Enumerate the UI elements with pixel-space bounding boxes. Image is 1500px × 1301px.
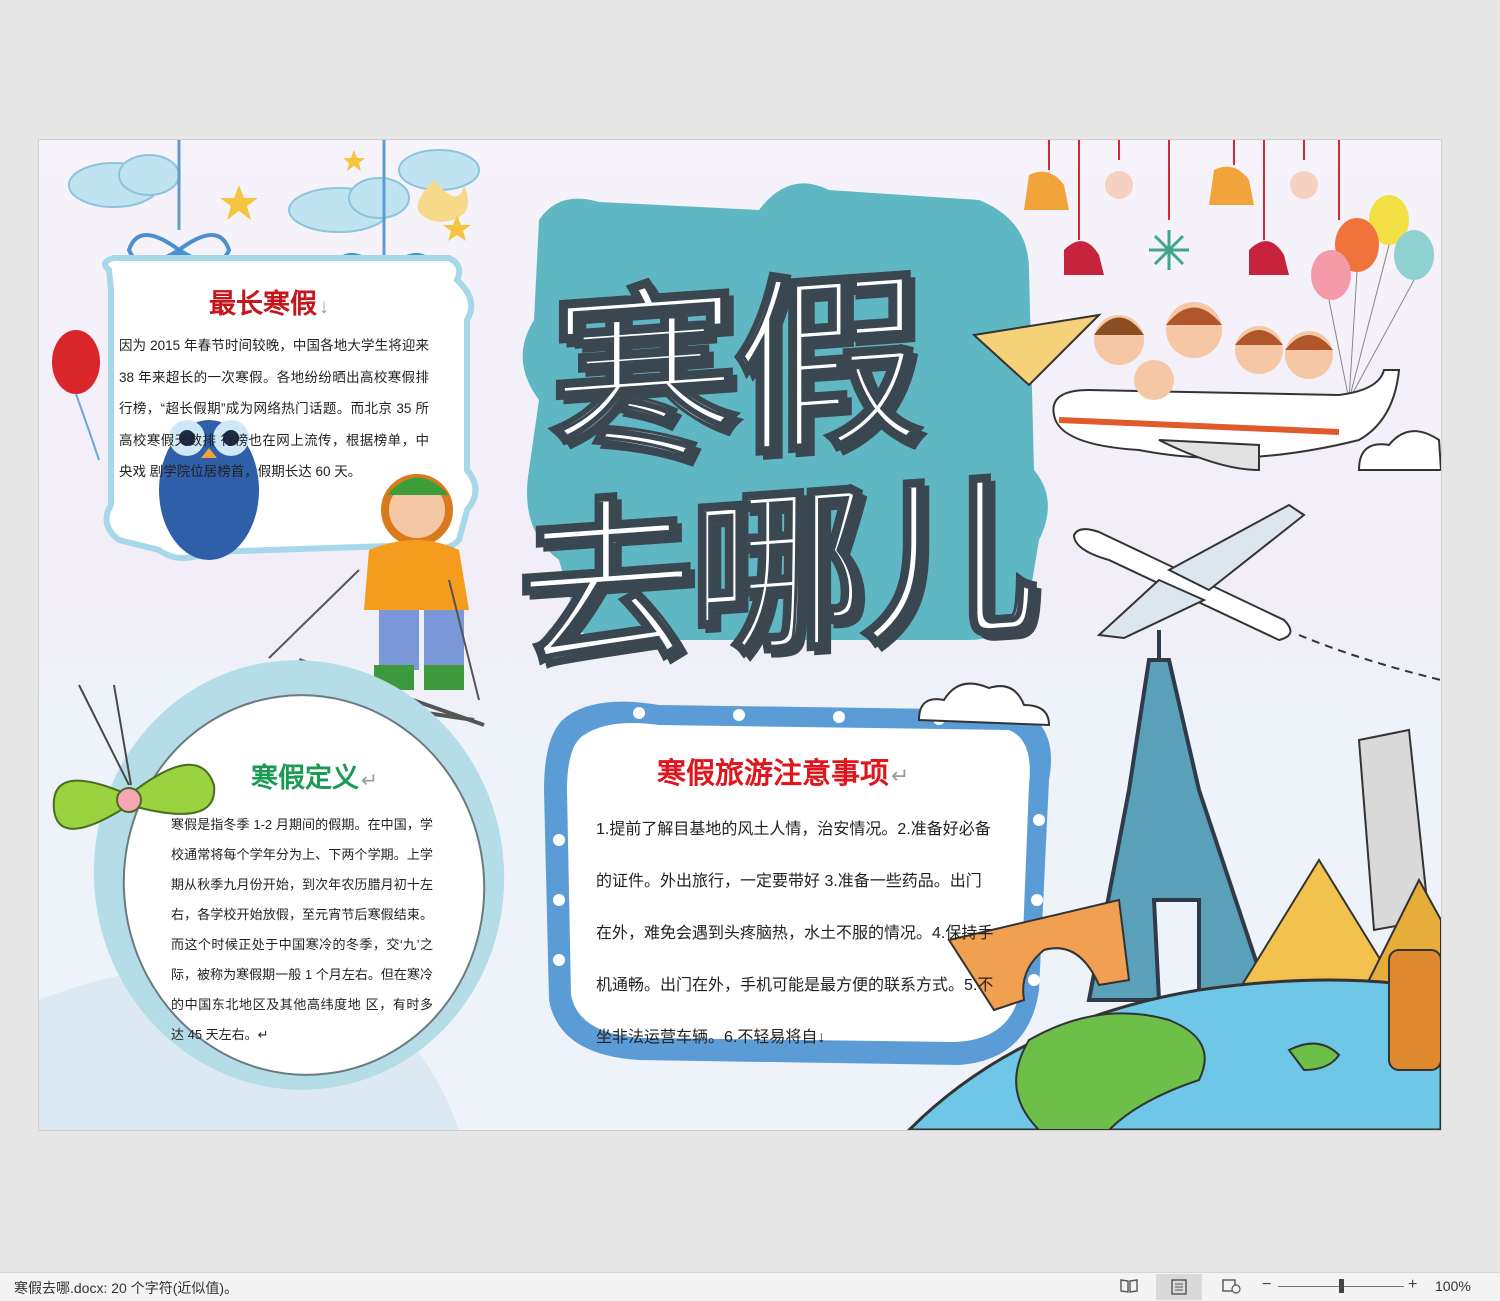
card-longest-title[interactable]: 最长寒假↓ xyxy=(209,282,329,321)
paragraph-mark-icon: ↵ xyxy=(361,770,378,792)
card-tips-title[interactable]: 寒假旅游注意事项↵ xyxy=(657,750,909,792)
cloud-icon xyxy=(68,149,480,233)
card-tips-body[interactable]: 1.提前了解目基地的风土人情，治安情况。2.准备好必备的证件。外出旅行，一定要带… xyxy=(596,804,996,1064)
balloons-icon xyxy=(1311,195,1434,401)
status-bar: 寒假去哪.docx: 20 个字符(近似值)。 − + 100% xyxy=(0,1272,1500,1301)
word-count-status[interactable]: 寒假去哪.docx: 20 个字符(近似值)。 xyxy=(14,1278,238,1298)
card-definition-title[interactable]: 寒假定义↵ xyxy=(251,756,378,795)
web-layout-icon[interactable] xyxy=(1220,1276,1242,1296)
zoom-in-button[interactable]: + xyxy=(1408,1276,1417,1294)
zoom-out-button[interactable]: − xyxy=(1262,1276,1271,1294)
document-page[interactable]: 寒假 去哪儿 最长寒假↓ 因为 2015 年春节时间较晚，中国各地大学生将迎来 … xyxy=(38,139,1442,1131)
card-definition-title-text: 寒假定义 xyxy=(251,763,359,793)
airplane-icon xyxy=(1072,503,1441,681)
zoom-level[interactable]: 100% xyxy=(1435,1278,1471,1294)
santa-hat-icon xyxy=(1064,171,1318,275)
document-canvas: 寒假 去哪儿 最长寒假↓ 因为 2015 年春节时间较晚，中国各地大学生将迎来 … xyxy=(0,0,1500,1272)
card-longest-body[interactable]: 因为 2015 年春节时间较晚，中国各地大学生将迎来 38 年来超长的一次寒假。… xyxy=(119,330,429,488)
read-mode-icon[interactable] xyxy=(1118,1276,1140,1296)
paragraph-mark-icon: ↵ xyxy=(891,763,910,788)
paragraph-mark-icon: ↓ xyxy=(319,296,330,318)
zoom-slider-thumb[interactable] xyxy=(1338,1279,1344,1293)
balloon-icon xyxy=(52,330,100,394)
bell-icon xyxy=(1024,166,1254,210)
card-tips-title-text: 寒假旅游注意事项 xyxy=(657,758,890,790)
airplane-family-icon xyxy=(971,302,1401,472)
snowflake-icon xyxy=(1149,230,1189,270)
card-longest-title-text: 最长寒假 xyxy=(209,289,317,319)
poster-title-line2[interactable]: 去哪儿 xyxy=(516,412,1035,705)
suitcase-icon xyxy=(1388,949,1441,1071)
card-definition-body[interactable]: 寒假是指冬季 1-2 月期间的假期。在中国，学校通常将每个学年分为上、下两个学期… xyxy=(171,810,433,1050)
print-layout-icon[interactable] xyxy=(1156,1274,1202,1300)
